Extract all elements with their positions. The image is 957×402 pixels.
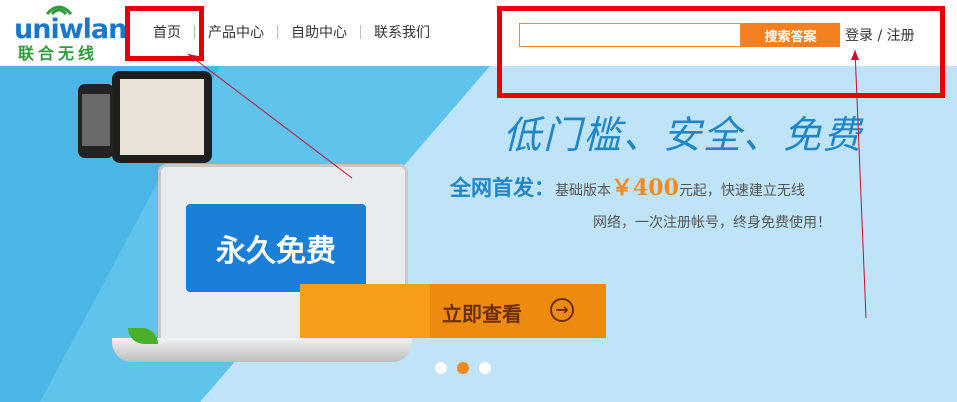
slide-indicator [435,362,491,374]
view-now-button[interactable]: 立即查看 → [300,284,606,338]
free-panel: 永久免费 [186,204,366,292]
desc-pre: 基础版本 [555,183,611,199]
slide-dot-3[interactable] [479,362,491,374]
view-now-label: 立即查看 [442,302,522,326]
desc-price: ￥400 [611,175,679,201]
banner-slogan: 低门槛、安全、免费 [503,113,864,157]
auth-separator: / [873,28,887,44]
banner-description-line2: 网络，一次注册帐号，终身免费使用！ [593,215,831,231]
banner-description: 全网首发：基础版本￥400元起，快速建立无线 [450,170,805,202]
main-nav: 首页 产品中心 自助中心 联系我们 [140,22,443,42]
hero-banner: 永久免费 立即查看 → 低门槛、安全、免费 全网首发：基础版本￥400元起，快速… [0,66,957,402]
tablet-image [112,71,212,163]
phone-image [78,84,114,158]
slide-dot-2[interactable] [457,362,469,374]
logo-subtitle: 联合无线 [18,44,99,63]
auth-links: 登录 / 注册 [845,25,915,45]
nav-self-service[interactable]: 自助中心 [278,22,360,42]
login-link[interactable]: 登录 [845,28,873,44]
register-link[interactable]: 注册 [887,28,915,44]
nav-products[interactable]: 产品中心 [195,22,277,42]
free-label: 永久免费 [216,234,336,269]
desc-post: 元起，快速建立无线 [678,183,805,199]
slide-dot-1[interactable] [435,362,447,374]
nav-contact[interactable]: 联系我们 [361,22,443,42]
desc-lead: 全网首发： [450,175,555,200]
site-logo[interactable]: uniwlan 联合无线 [14,5,127,63]
search-button[interactable]: 搜索答案 [741,23,840,47]
search-input[interactable] [519,23,741,47]
top-bar: uniwlan 联合无线 首页 产品中心 自助中心 联系我们 搜索答案 登录 /… [0,0,957,66]
nav-home[interactable]: 首页 [140,22,194,42]
arrow-right-icon: → [550,298,574,322]
